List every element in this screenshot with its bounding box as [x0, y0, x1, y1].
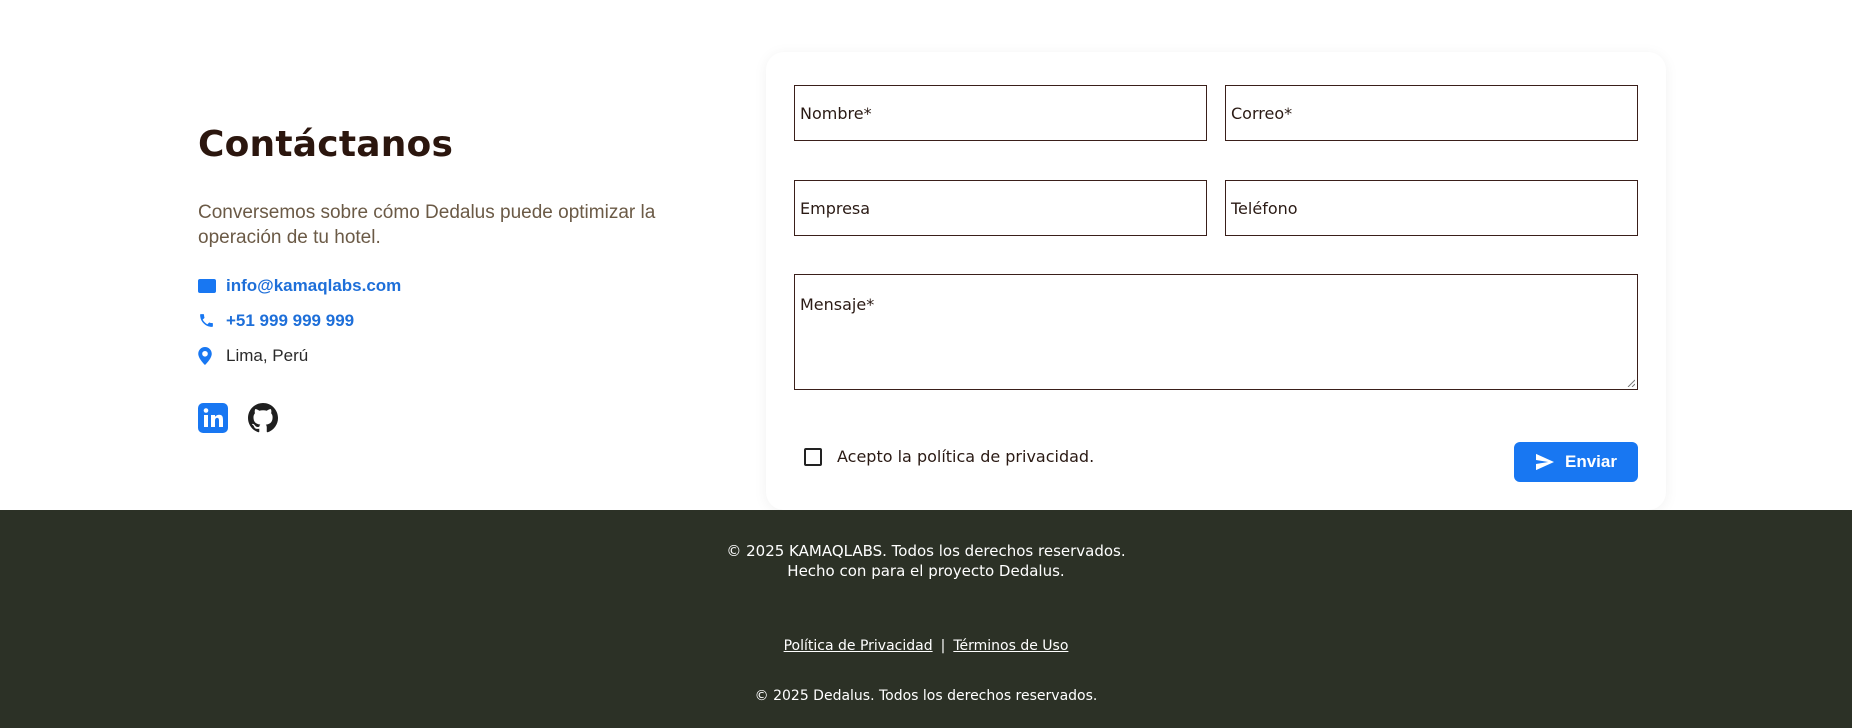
contact-info: Contáctanos Conversemos sobre cómo Dedal… — [198, 120, 678, 433]
footer-links: Política de Privacidad | Términos de Uso — [0, 638, 1852, 654]
contact-lead: Conversemos sobre cómo Dedalus puede opt… — [198, 202, 656, 248]
phone-link[interactable]: +51 999 999 999 — [226, 311, 354, 331]
privacy-checkbox[interactable] — [804, 447, 822, 466]
email-link[interactable]: info@kamaqlabs.com — [226, 276, 401, 296]
name-field[interactable]: Nombre* — [794, 85, 1207, 141]
email-item: info@kamaqlabs.com — [198, 268, 678, 303]
footer-made-with: Hecho con para el proyecto Dedalus. — [787, 562, 1065, 580]
message-placeholder: Mensaje* — [800, 295, 875, 314]
mail-icon — [198, 278, 226, 293]
send-icon — [1536, 453, 1554, 471]
phone-icon — [198, 312, 226, 329]
map-pin-icon — [198, 346, 226, 365]
contact-section: Contáctanos Conversemos sobre cómo Dedal… — [0, 0, 1852, 510]
company-field[interactable]: Empresa — [794, 180, 1207, 236]
site-footer: © 2025 KAMAQLABS. Todos los derechos res… — [0, 510, 1852, 728]
location-item: Lima, Perú — [198, 338, 678, 373]
linkedin-icon[interactable] — [198, 403, 228, 433]
footer-copyright-dedalus: © 2025 Dedalus. Todos los derechos reser… — [754, 688, 1098, 704]
send-button[interactable]: Enviar — [1514, 442, 1638, 482]
message-field[interactable]: Mensaje* — [794, 274, 1638, 390]
phone-field[interactable]: Teléfono — [1225, 180, 1638, 236]
terms-link[interactable]: Términos de Uso — [953, 638, 1068, 654]
email-field[interactable]: Correo* — [1225, 85, 1638, 141]
footer-copyright-kamaqlabs: © 2025 KAMAQLABS. Todos los derechos res… — [726, 542, 1126, 560]
resize-grip-icon[interactable] — [1627, 379, 1635, 387]
phone-item: +51 999 999 999 — [198, 303, 678, 338]
github-icon[interactable] — [248, 403, 278, 433]
contact-form: Nombre* Correo* Empresa Teléfono Mensaje… — [766, 52, 1666, 510]
location-text: Lima, Perú — [226, 345, 309, 365]
footer-separator: | — [940, 638, 946, 654]
contact-details: info@kamaqlabs.com +51 999 999 999 Lima,… — [198, 268, 678, 373]
page-title: Contáctanos — [198, 124, 454, 165]
send-label: Enviar — [1565, 452, 1617, 471]
privacy-policy-link[interactable]: Política de Privacidad — [784, 638, 933, 654]
privacy-consent[interactable]: Acepto la política de privacidad. — [804, 447, 1094, 466]
social-links — [198, 403, 678, 433]
privacy-label: Acepto la política de privacidad. — [837, 447, 1095, 466]
